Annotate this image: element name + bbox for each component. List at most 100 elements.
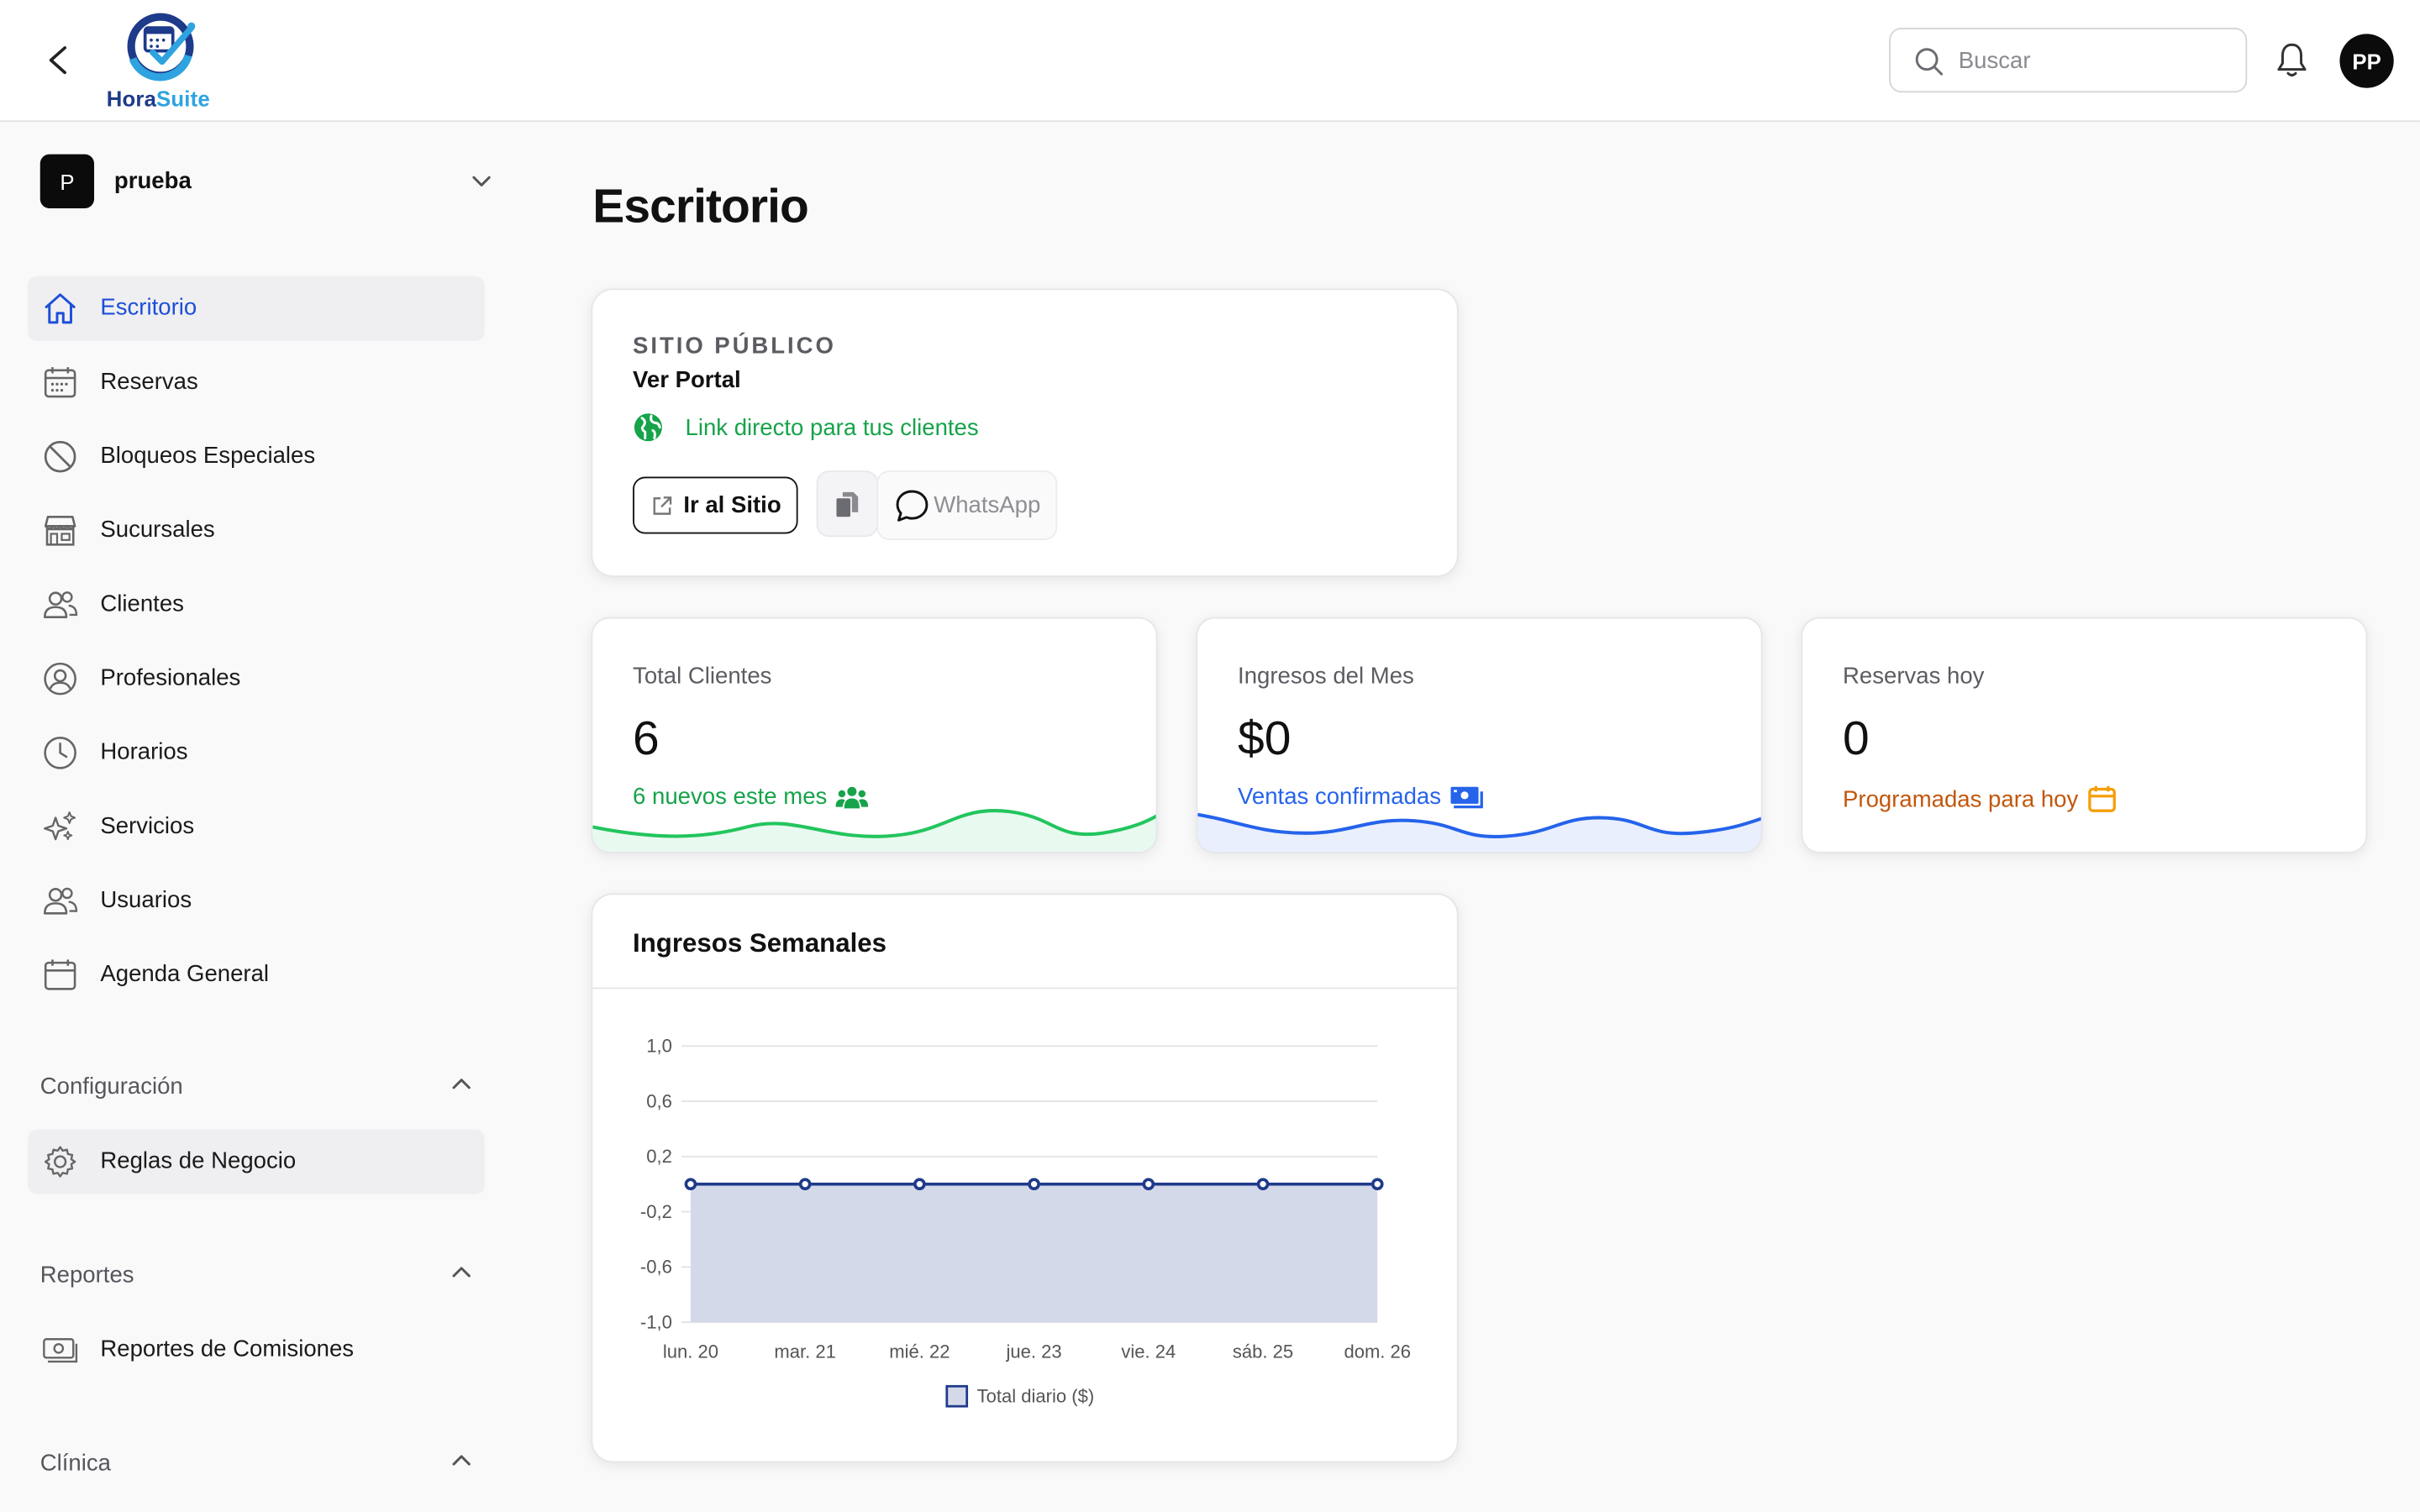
public-link[interactable]: Link directo para tus clientes [633, 412, 979, 443]
sidebar-item-label: Servicios [100, 812, 195, 840]
chevron-up-icon [452, 1455, 471, 1466]
share-whatsapp-button[interactable]: WhatsApp [876, 470, 1058, 540]
sidebar-item-horarios[interactable]: Horarios [28, 721, 485, 785]
sidebar-item-bloqueos-especiales[interactable]: Bloqueos Especiales [28, 424, 485, 489]
y-tick-label: -1,0 [640, 1311, 672, 1332]
org-name: prueba [113, 168, 192, 195]
x-tick-label: lun. 20 [663, 1341, 718, 1362]
trend-wave-blue [1197, 812, 1761, 852]
sidebar-item-servicios[interactable]: Servicios [28, 795, 485, 859]
weekly-revenue-card: Ingresos Semanales 1,0 0,6 0,2 -0,2 -0,6 -1,0… [591, 893, 1459, 1463]
search-icon [1915, 48, 1944, 76]
sidebar-item-usuarios[interactable]: Usuarios [28, 869, 485, 933]
stat-value: 0 [1843, 711, 1870, 766]
data-point [1142, 1178, 1155, 1191]
clock-icon [44, 737, 76, 769]
x-tick-label: sáb. 25 [1233, 1341, 1293, 1362]
sidebar-item-label: Reservas [100, 368, 198, 396]
data-point [913, 1178, 926, 1191]
copy-icon [836, 491, 859, 517]
search-input[interactable] [1958, 43, 2237, 77]
sidebar-item-label: Horarios [100, 738, 188, 766]
go-to-site-label: Ir al Sitio [683, 491, 781, 519]
legend-swatch [945, 1384, 969, 1408]
calendar-icon [44, 959, 76, 990]
back-arrow-icon[interactable] [43, 43, 74, 76]
calendar-grid-icon [44, 367, 76, 398]
sidebar-item-label: Bloqueos Especiales [100, 443, 316, 470]
section-label: Configuración [39, 1074, 183, 1100]
sidebar-item-label: Reglas de Negocio [100, 1147, 297, 1174]
stat-card-reservas-hoy: Reservas hoy 0 Programadas para hoy [1801, 617, 2368, 853]
stat-value: $0 [1238, 711, 1292, 766]
data-point [1370, 1178, 1384, 1191]
sidebar-item-clientes[interactable]: Clientes [28, 572, 485, 637]
section-reportes-toggle[interactable]: Reportes [40, 1259, 472, 1293]
user-circle-icon [44, 662, 76, 696]
sidebar-item-agenda-general[interactable]: Agenda General [28, 942, 485, 1007]
x-tick-label: mar. 21 [774, 1341, 835, 1362]
home-icon [45, 293, 76, 324]
store-icon [44, 516, 76, 546]
sidebar-item-reglas-de-negocio[interactable]: Reglas de Negocio [28, 1129, 485, 1194]
sidebar-item-label: Usuarios [100, 887, 192, 914]
go-to-site-button[interactable]: Ir al Sitio [633, 476, 798, 534]
sidebar-item-label: Sucursales [100, 517, 215, 543]
section-clinica-toggle[interactable]: Clínica [40, 1447, 472, 1481]
whatsapp-chat-icon [896, 489, 929, 521]
top-bar: HoraSuite PP [0, 0, 2420, 123]
gear-icon [44, 1146, 76, 1178]
globe-icon [634, 413, 662, 442]
sidebar-item-sucursales[interactable]: Sucursales [28, 498, 485, 563]
organization-switcher[interactable]: P prueba [39, 154, 497, 210]
stat-label: Total Clientes [633, 663, 772, 690]
stat-value: 6 [633, 711, 660, 766]
sidebar-item-label: Agenda General [100, 961, 270, 988]
trend-wave-green [592, 809, 1156, 852]
x-tick-label: vie. 24 [1121, 1341, 1176, 1362]
sidebar-item-profesionales[interactable]: Profesionales [28, 647, 485, 711]
brand-name: HoraSuite [106, 86, 210, 112]
money-icon [43, 1338, 78, 1363]
block-icon [44, 440, 76, 473]
y-tick-label: 0,2 [646, 1146, 672, 1167]
stat-card-total-clientes: Total Clientes 6 6 nuevos este mes [591, 617, 1158, 853]
weekly-revenue-chart: 1,0 0,6 0,2 -0,2 -0,6 -1,0 lun. 20 mar. 21 mié. … [640, 1036, 1411, 1408]
chevron-up-icon [452, 1267, 471, 1278]
section-label: Reportes [39, 1262, 134, 1289]
section-configuracion-toggle[interactable]: Configuración [40, 1071, 472, 1105]
external-link-icon [653, 496, 671, 514]
users-icon [43, 887, 78, 915]
chevron-down-icon [472, 176, 491, 186]
whatsapp-label: WhatsApp [934, 491, 1041, 519]
sidebar-item-label: Escritorio [100, 294, 197, 322]
x-tick-label: mié. 22 [889, 1341, 950, 1362]
legend-label: Total diario ($) [977, 1386, 1095, 1407]
search-box[interactable] [1889, 28, 2248, 93]
public-link-text: Link directo para tus clientes [685, 414, 979, 441]
x-tick-label: dom. 26 [1344, 1341, 1411, 1362]
users-icon [43, 591, 78, 618]
x-tick-label: jue. 23 [1006, 1341, 1062, 1362]
sidebar-item-label: Reportes de Comisiones [100, 1336, 355, 1362]
notifications-bell-icon[interactable] [2275, 42, 2308, 79]
stat-label: Ingresos del Mes [1238, 663, 1414, 690]
area-fill [690, 1184, 1378, 1323]
sidebar-item-reportes-de-comisiones[interactable]: Reportes de Comisiones [28, 1318, 485, 1383]
y-tick-label: 0,6 [646, 1090, 672, 1111]
chevron-up-icon [452, 1079, 471, 1089]
card-title: Ver Portal [633, 367, 741, 394]
sidebar-item-escritorio[interactable]: Escritorio [28, 276, 485, 341]
org-badge: P [39, 154, 95, 208]
card-eyebrow: SITIO PÚBLICO [633, 333, 836, 360]
sidebar-item-label: Profesionales [100, 664, 241, 691]
sparkles-icon [44, 811, 76, 841]
page-title: Escritorio [592, 179, 809, 234]
sidebar-item-reservas[interactable]: Reservas [28, 350, 485, 415]
user-avatar[interactable]: PP [2339, 34, 2394, 88]
copy-link-button[interactable] [816, 470, 879, 538]
public-site-card: SITIO PÚBLICO Ver Portal Link directo pa… [591, 288, 1459, 577]
y-tick-label: -0,2 [640, 1201, 672, 1222]
stat-subtext: Programadas para hoy [1843, 784, 2117, 815]
data-point [1256, 1178, 1270, 1191]
